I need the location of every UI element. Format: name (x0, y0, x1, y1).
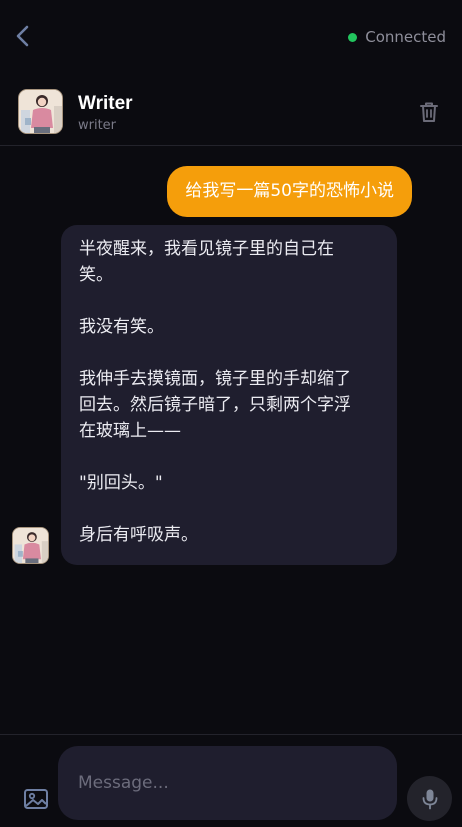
image-icon (24, 789, 48, 809)
avatar[interactable] (18, 89, 63, 134)
character-handle: writer (78, 118, 117, 133)
chat-screen: Connected Writer writer 给我写一篇50字的恐怖小说 半夜… (0, 0, 462, 827)
message-input[interactable] (58, 746, 397, 820)
character-info: Writer writer (78, 93, 133, 133)
bot-message-line: 我没有笑。 (79, 317, 164, 337)
bot-message-line: 我伸手去摸镜面，镜子里的手却缩了 (79, 369, 351, 389)
chat-header: Writer writer (0, 78, 462, 146)
voice-input-button[interactable] (407, 776, 452, 821)
connection-status: Connected (348, 28, 446, 46)
attach-image-button[interactable] (23, 787, 49, 811)
chevron-left-icon (16, 25, 29, 47)
bot-message-line: 身后有呼吸声。 (79, 525, 198, 545)
bot-message-line: 笑。 (79, 265, 113, 285)
bot-message-line: 半夜醒来，我看见镜子里的自己在 (79, 239, 334, 259)
user-message-text: 给我写一篇50字的恐怖小说 (185, 181, 394, 201)
microphone-icon (422, 789, 437, 809)
user-message-bubble: 给我写一篇50字的恐怖小说 (167, 166, 412, 217)
bot-avatar[interactable] (12, 527, 49, 564)
delete-chat-button[interactable] (418, 100, 440, 124)
status-dot (348, 32, 358, 42)
top-bar: Connected (0, 0, 462, 72)
bot-message-bubble: 半夜醒来，我看见镜子里的自己在 笑。 我没有笑。 我伸手去摸镜面，镜子里的手却缩… (61, 225, 397, 565)
character-name: Writer (78, 93, 133, 114)
character-avatar-image (13, 528, 48, 563)
bot-message-line: 在玻璃上—— (79, 421, 181, 441)
character-avatar-image (19, 90, 62, 133)
bot-message-line: "别回头。" (79, 473, 163, 493)
message-composer (0, 734, 462, 827)
bot-message-line: 回去。然后镜子暗了，只剩两个字浮 (79, 395, 351, 415)
status-label: Connected (365, 28, 446, 46)
trash-icon (420, 102, 438, 122)
back-button[interactable] (12, 24, 34, 48)
